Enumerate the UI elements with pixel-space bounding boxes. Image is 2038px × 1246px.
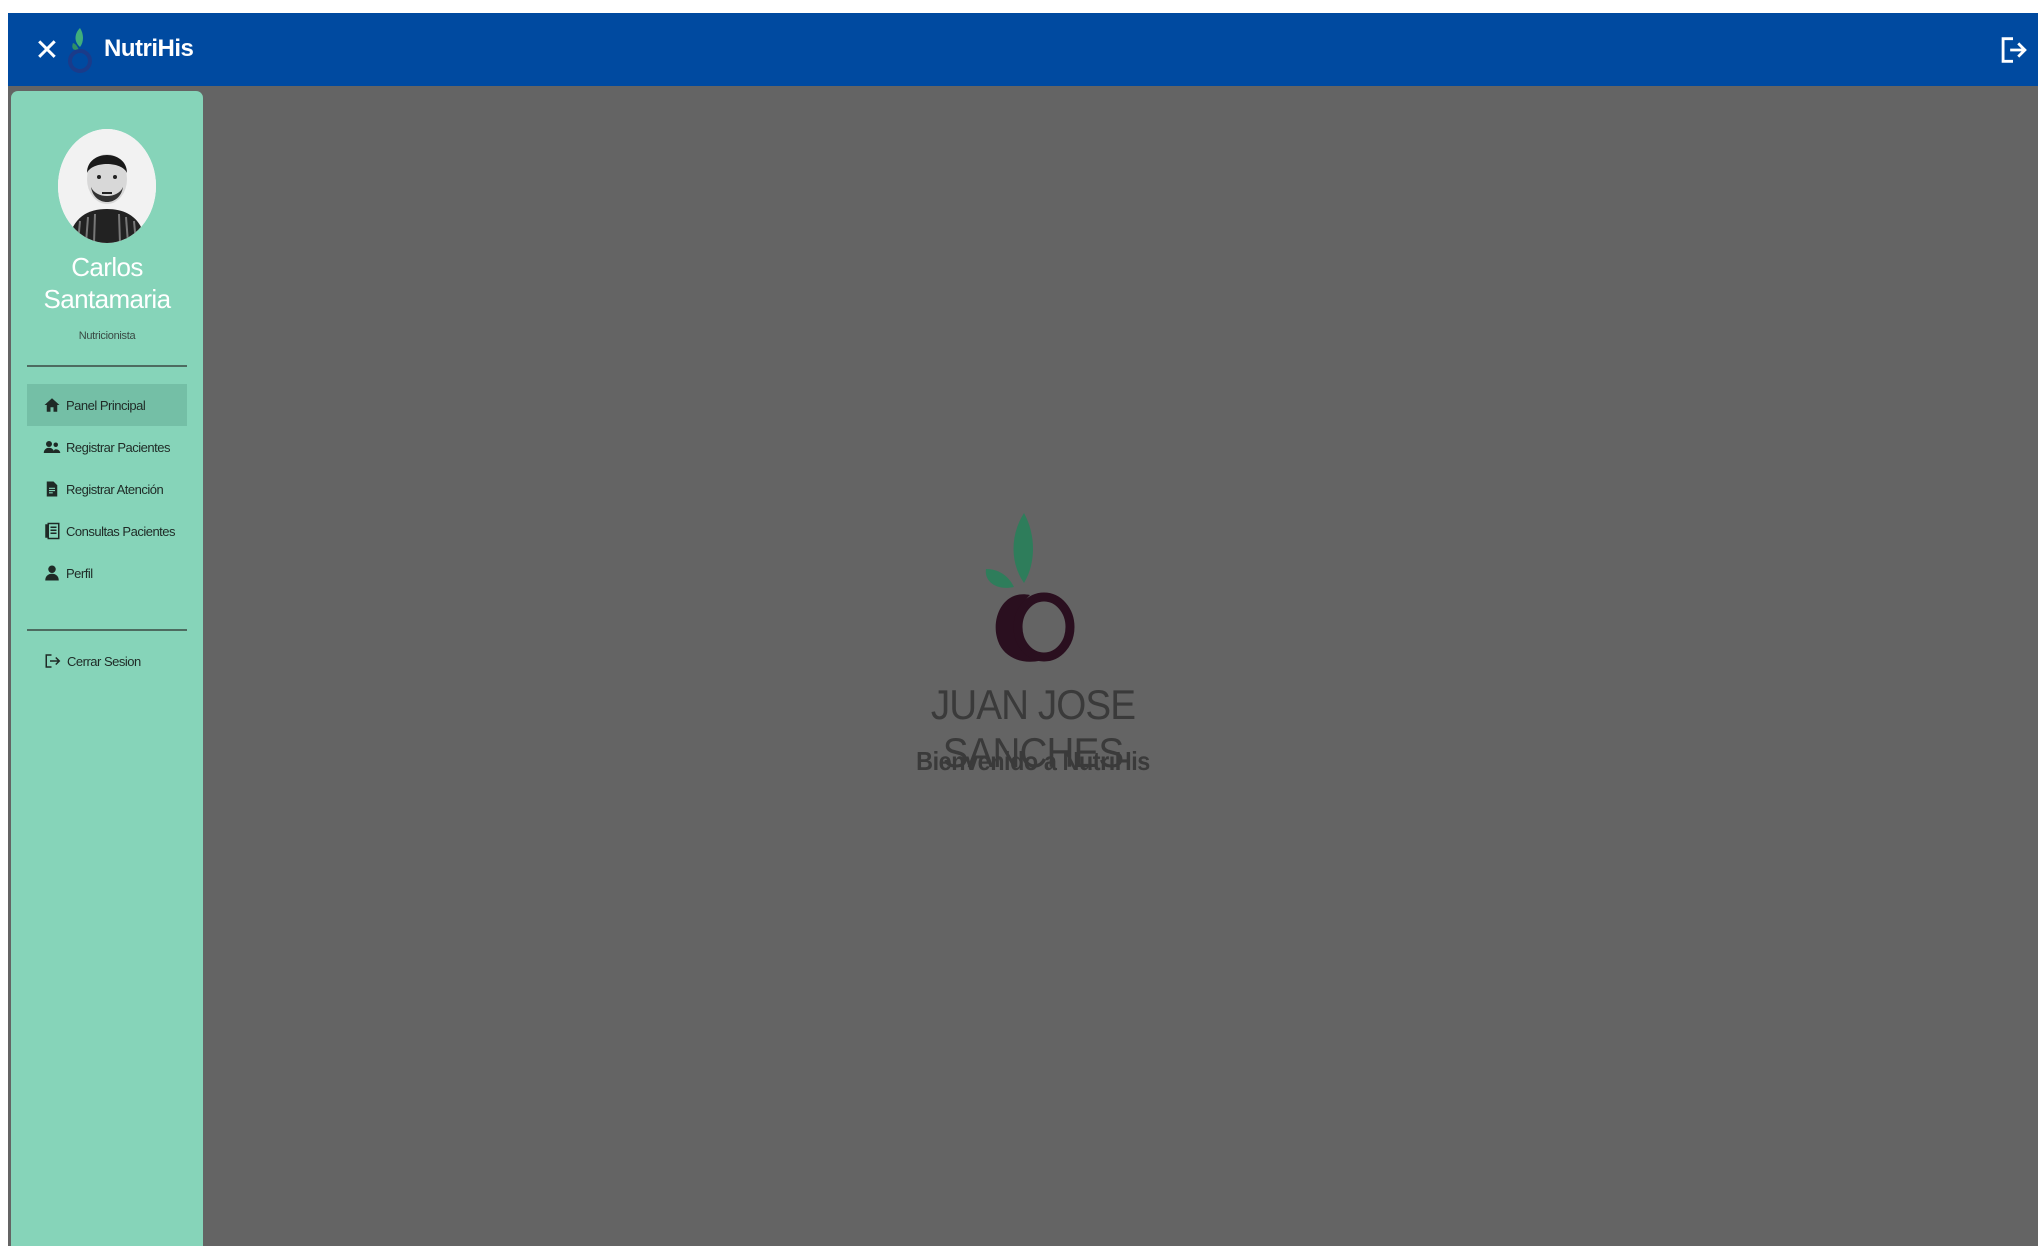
main-content: JUAN JOSE SANCHES Bienvenido a NutriHis [208, 91, 2036, 1241]
sidebar-item-label: Perfil [66, 565, 93, 581]
sidebar-item-perfil[interactable]: Perfil [27, 552, 187, 594]
sidebar-item-label: Registrar Atención [66, 481, 164, 497]
sidebar-item-consultas-pacientes[interactable]: Consultas Pacientes [27, 510, 187, 552]
sidebar-item-label: Consultas Pacientes [66, 523, 176, 539]
logout-icon[interactable] [1996, 33, 2030, 67]
sidebar-divider [27, 365, 187, 367]
logout-icon [45, 654, 61, 668]
user-photo-icon [58, 129, 156, 243]
sidebar-item-registrar-atencion[interactable]: Registrar Atención [27, 468, 187, 510]
logout-label: Cerrar Sesion [67, 653, 141, 669]
home-icon [44, 398, 60, 412]
close-icon[interactable]: ✕ [28, 31, 66, 69]
sidebar-item-registrar-pacientes[interactable]: Registrar Pacientes [27, 426, 187, 468]
avatar [58, 129, 156, 243]
users-icon [43, 441, 61, 453]
app-window: ✕ NutriHis Carlos Santamaria Nutricionis… [8, 13, 2038, 1246]
document-icon [46, 481, 58, 497]
sidebar-item-label: Registrar Pacientes [66, 439, 170, 455]
sidebar-nav: Panel Principal Registrar Pacientes Regi… [27, 384, 187, 594]
records-icon [45, 522, 60, 540]
user-name: Carlos Santamaria [43, 252, 172, 314]
sidebar-item-panel-principal[interactable]: Panel Principal [27, 384, 187, 426]
sidebar: Carlos Santamaria Nutricionista Panel Pr… [11, 91, 203, 1246]
top-bar: ✕ NutriHis [8, 13, 2038, 86]
sidebar-logout-button[interactable]: Cerrar Sesion [27, 642, 187, 680]
nutrihis-logo-icon [68, 28, 92, 73]
brand-name[interactable]: NutriHis [104, 35, 194, 63]
nutrihis-logo-icon [985, 513, 1075, 662]
welcome-message: Bienvenido a NutriHis [916, 746, 1150, 776]
user-icon [45, 565, 59, 581]
sidebar-item-label: Panel Principal [66, 397, 146, 413]
user-role: Nutricionista [78, 330, 136, 342]
sidebar-divider [27, 629, 187, 631]
